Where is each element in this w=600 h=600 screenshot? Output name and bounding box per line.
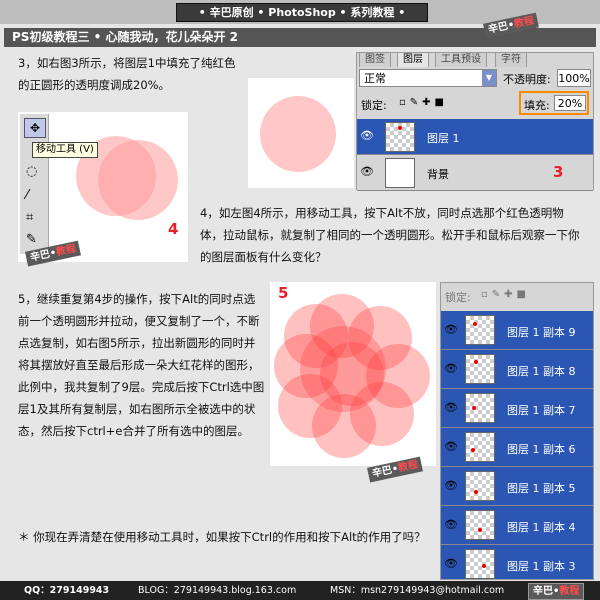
- lock-label: 锁定:: [361, 99, 387, 112]
- layer-dot: [472, 406, 476, 410]
- eyedropper-icon[interactable]: ✎: [26, 232, 37, 247]
- tab-paths[interactable]: 图签: [359, 52, 391, 67]
- toolbox: ✥ ◌ ⁄ ⌗ ✎: [20, 114, 49, 254]
- layer-row-layer1[interactable]: 👁 图层 1: [357, 119, 593, 155]
- move-tool-icon[interactable]: ✥: [24, 118, 46, 138]
- eye-icon[interactable]: 👁: [444, 440, 458, 454]
- layer-row-copy3[interactable]: 👁 图层 1 副本 3: [441, 545, 593, 579]
- blend-mode-select[interactable]: 正常 ▼: [359, 69, 497, 87]
- crop-icon[interactable]: ⌗: [26, 210, 33, 225]
- footer-blog[interactable]: BLOG：279149943.blog.163.com: [138, 581, 296, 600]
- layer-dot: [471, 448, 475, 452]
- layer-row-copy8[interactable]: 👁 图层 1 副本 8: [441, 350, 593, 389]
- layer-name: 图层 1 副本 4: [507, 521, 576, 534]
- watermark-footer: 辛巴•教程: [528, 583, 585, 600]
- step3-image: [248, 78, 354, 188]
- fill-field[interactable]: 20%: [554, 95, 586, 111]
- tab-layers[interactable]: 图层: [397, 52, 429, 67]
- layer-name: 图层 1 副本 6: [507, 443, 576, 456]
- step5-number: 5: [278, 284, 289, 302]
- step3-number: 3: [553, 163, 564, 181]
- footer-bar: QQ：279149943 BLOG：279149943.blog.163.com…: [0, 581, 600, 600]
- step3-text: 3，如右图3所示，将图层1中填充了纯红色的正圆形的透明度调成20%。: [18, 56, 236, 92]
- eye-icon[interactable]: 👁: [360, 165, 374, 179]
- step4-text: 4，如左图4所示，用移动工具，按下Alt不放，同时点选那个红色透明物体，拉动鼠标…: [200, 206, 580, 264]
- layer-name: 图层 1 副本 8: [507, 365, 576, 378]
- note-text: ＊ 你现在弄清楚在使用移动工具时，如果按下Ctrl的作用和按下Alt的作用了吗？: [18, 530, 426, 544]
- fill-label: 填充:: [524, 99, 550, 112]
- step4-image: ✥ ◌ ⁄ ⌗ ✎ 移动工具 (V) 4 辛巴•教程: [18, 112, 188, 267]
- eye-icon[interactable]: 👁: [444, 557, 458, 571]
- layer-dot: [474, 360, 478, 364]
- step4-number: 4: [168, 220, 179, 238]
- layer-thumbnail: [465, 315, 495, 345]
- layer-row-copy4[interactable]: 👁 图层 1 副本 4: [441, 506, 593, 545]
- layer-row-copy6[interactable]: 👁 图层 1 副本 6: [441, 428, 593, 467]
- layer-thumbnail: [385, 158, 415, 188]
- layer-dot: [473, 322, 477, 326]
- circle-copy: [98, 140, 178, 220]
- layer-dot: [474, 490, 478, 494]
- step5-text: 5，继续重复第4步的操作，按下Alt的同时点选前一个透明圆形并拉动，便又复制了一…: [18, 292, 265, 438]
- opacity-label: 不透明度:: [503, 73, 551, 86]
- footer-msn[interactable]: MSN：msn279149943@hotmail.com: [330, 581, 504, 600]
- layer-thumbnail: [465, 471, 495, 501]
- blend-mode-value: 正常: [364, 72, 386, 85]
- layer-name: 图层 1 副本 5: [507, 482, 576, 495]
- lasso-icon[interactable]: ◌: [26, 164, 37, 179]
- banner-title: • 辛巴原创 • PhotoShop • 系列教程 •: [176, 3, 428, 22]
- footer-qq: QQ：279149943: [24, 585, 110, 596]
- chevron-down-icon[interactable]: ▼: [482, 70, 496, 86]
- pink-circle: [260, 96, 336, 172]
- layers-panel-top: 图签 图层 工具预设 字符 正常 ▼ 不透明度: 100% 锁定: ▫✎✚■ 填…: [356, 52, 594, 191]
- layer-row-copy5[interactable]: 👁 图层 1 副本 5: [441, 467, 593, 506]
- layer-row-copy7[interactable]: 👁 图层 1 副本 7: [441, 389, 593, 428]
- eye-icon[interactable]: 👁: [444, 362, 458, 376]
- layer-name: 图层 1 副本 9: [507, 326, 576, 339]
- opacity-field[interactable]: 100%: [557, 69, 591, 87]
- flower-petal: [300, 326, 386, 412]
- layers-panel-bottom: 锁定: ▫✎✚■ 👁 图层 1 副本 9 👁 图层 1 副本 8 👁 图层 1 …: [440, 282, 594, 580]
- layer-thumbnail: [465, 354, 495, 384]
- eye-icon[interactable]: 👁: [360, 129, 374, 143]
- layer-name: 图层 1 副本 3: [507, 560, 576, 573]
- layer-dot: [482, 564, 486, 568]
- layer-row-copy9[interactable]: 👁 图层 1 副本 9: [441, 311, 593, 350]
- lock-label: 锁定:: [445, 291, 471, 304]
- magic-wand-icon[interactable]: ⁄: [26, 188, 28, 203]
- layer-thumbnail: [465, 432, 495, 462]
- layer-name: 图层 1: [427, 132, 460, 145]
- layer-thumbnail: [465, 510, 495, 540]
- lock-icons[interactable]: ▫✎✚■: [399, 97, 448, 108]
- layer-thumbnail: [465, 393, 495, 423]
- tab-character[interactable]: 字符: [495, 52, 527, 67]
- eye-icon[interactable]: 👁: [444, 323, 458, 337]
- lock-icons[interactable]: ▫✎✚■: [481, 289, 530, 300]
- eye-icon[interactable]: 👁: [444, 518, 458, 532]
- fill-highlight: 填充: 20%: [519, 91, 589, 115]
- tab-tool-presets[interactable]: 工具预设: [435, 52, 487, 67]
- eye-icon[interactable]: 👁: [444, 479, 458, 493]
- layer-dot: [478, 528, 482, 532]
- step5-image: 5: [270, 282, 436, 466]
- layer-dot: [398, 126, 402, 130]
- layer-thumbnail: [385, 122, 415, 152]
- layer-thumbnail: [465, 549, 495, 579]
- move-tool-tooltip: 移动工具 (V): [32, 142, 98, 158]
- layer-name: 图层 1 副本 7: [507, 404, 576, 417]
- panel-tabs: 图签 图层 工具预设 字符: [357, 52, 593, 67]
- layer-name: 背景: [427, 168, 449, 181]
- eye-icon[interactable]: 👁: [444, 401, 458, 415]
